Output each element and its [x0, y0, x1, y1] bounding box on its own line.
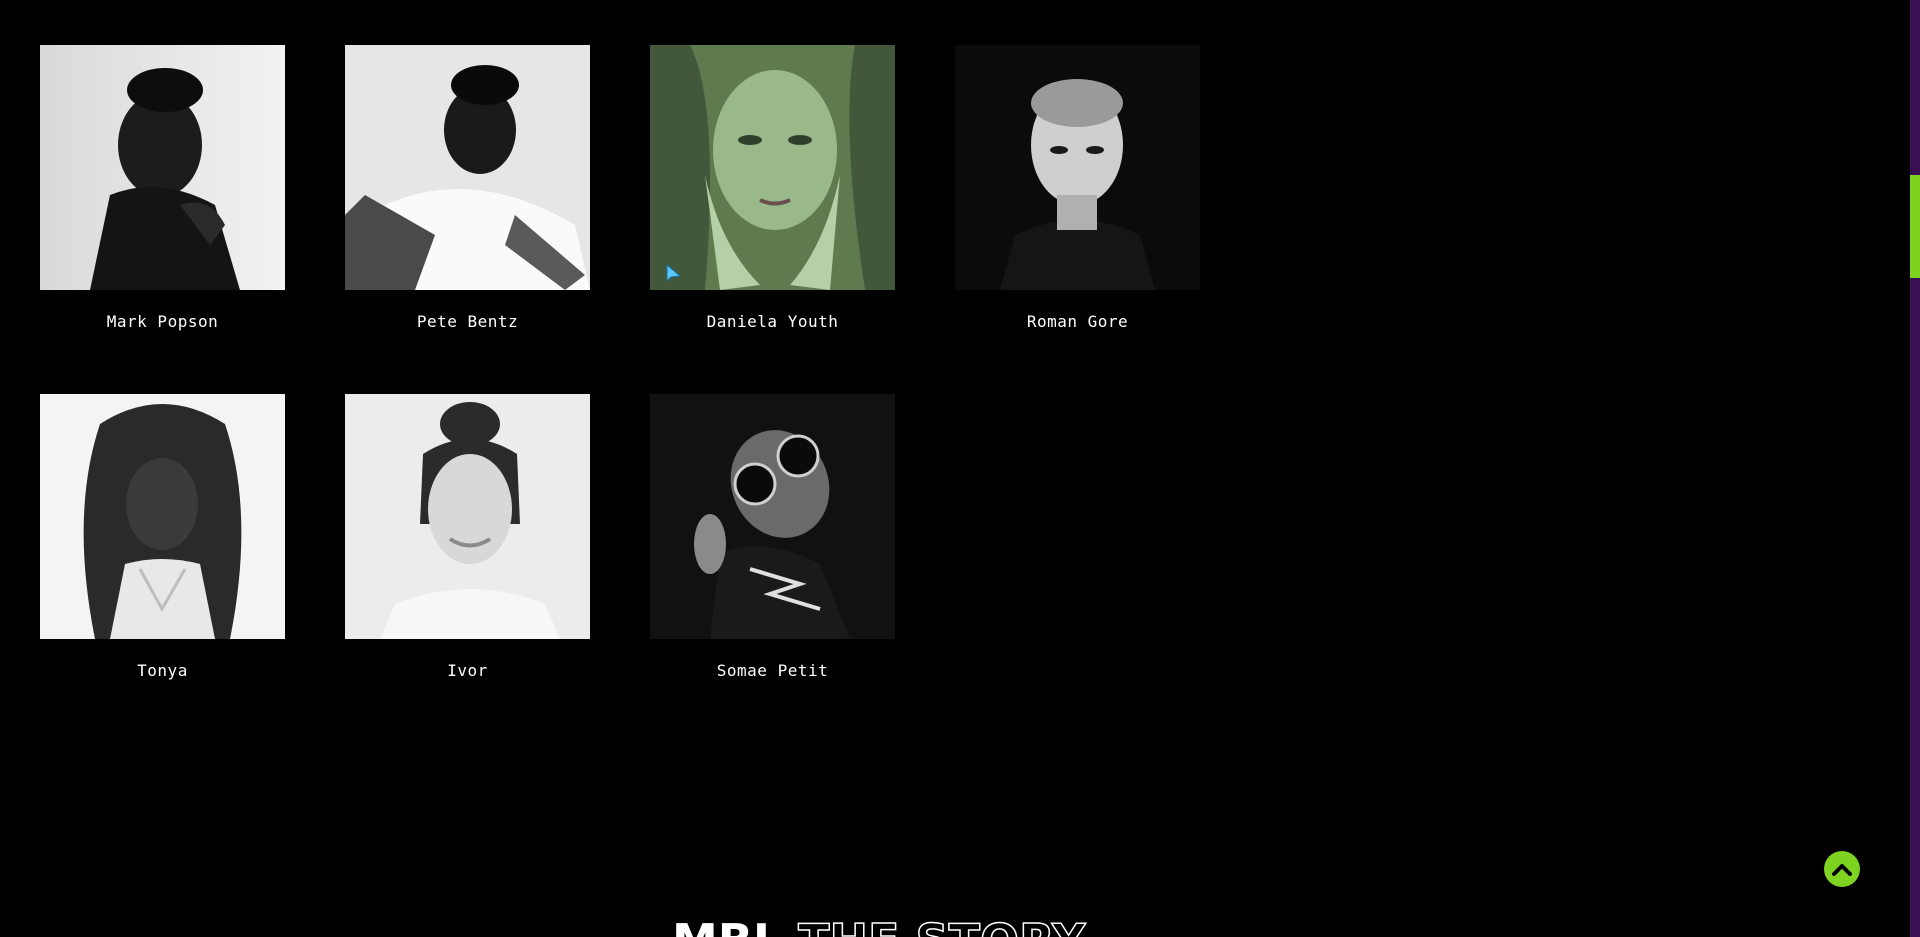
team-member-card[interactable]: Mark Popson [40, 45, 285, 331]
team-member-name: Mark Popson [106, 312, 219, 331]
team-member-name: Somae Petit [716, 661, 829, 680]
team-member-photo[interactable] [955, 45, 1200, 290]
section-heading: MBL THE STORY [672, 917, 1086, 937]
portrait-image [40, 45, 285, 290]
portrait-image [955, 45, 1200, 290]
team-member-card[interactable]: Tonya [40, 394, 285, 680]
back-to-top-button[interactable] [1824, 851, 1860, 887]
team-member-card[interactable]: Roman Gore [955, 45, 1200, 331]
mouse-cursor-icon [666, 263, 682, 288]
portrait-image [40, 394, 285, 639]
team-member-photo[interactable] [650, 394, 895, 639]
team-page: Mark Popson Pete Bentz Daniela Youth Rom… [0, 0, 1920, 937]
team-member-photo[interactable] [650, 45, 895, 290]
team-member-card[interactable]: Somae Petit [650, 394, 895, 680]
team-member-photo[interactable] [345, 394, 590, 639]
portrait-image [345, 394, 590, 639]
team-member-photo[interactable] [345, 45, 590, 290]
team-member-name: Roman Gore [1026, 312, 1129, 331]
portrait-image [650, 394, 895, 639]
team-member-photo[interactable] [40, 45, 285, 290]
page-scrollbar[interactable] [1910, 0, 1920, 937]
section-heading-outline: THE STORY [797, 914, 1086, 937]
portrait-image [345, 45, 590, 290]
team-member-card[interactable]: Pete Bentz [345, 45, 590, 331]
section-heading-solid: MBL [672, 914, 782, 937]
team-member-name: Daniela Youth [706, 312, 839, 331]
team-member-card[interactable]: Daniela Youth [650, 45, 895, 331]
team-member-name: Tonya [137, 661, 188, 680]
team-member-name: Ivor [447, 661, 488, 680]
portrait-image [650, 45, 895, 290]
team-member-name: Pete Bentz [416, 312, 519, 331]
team-member-photo[interactable] [40, 394, 285, 639]
scrollbar-thumb[interactable] [1910, 175, 1920, 278]
chevron-up-icon [1832, 864, 1852, 876]
team-member-card[interactable]: Ivor [345, 394, 590, 680]
